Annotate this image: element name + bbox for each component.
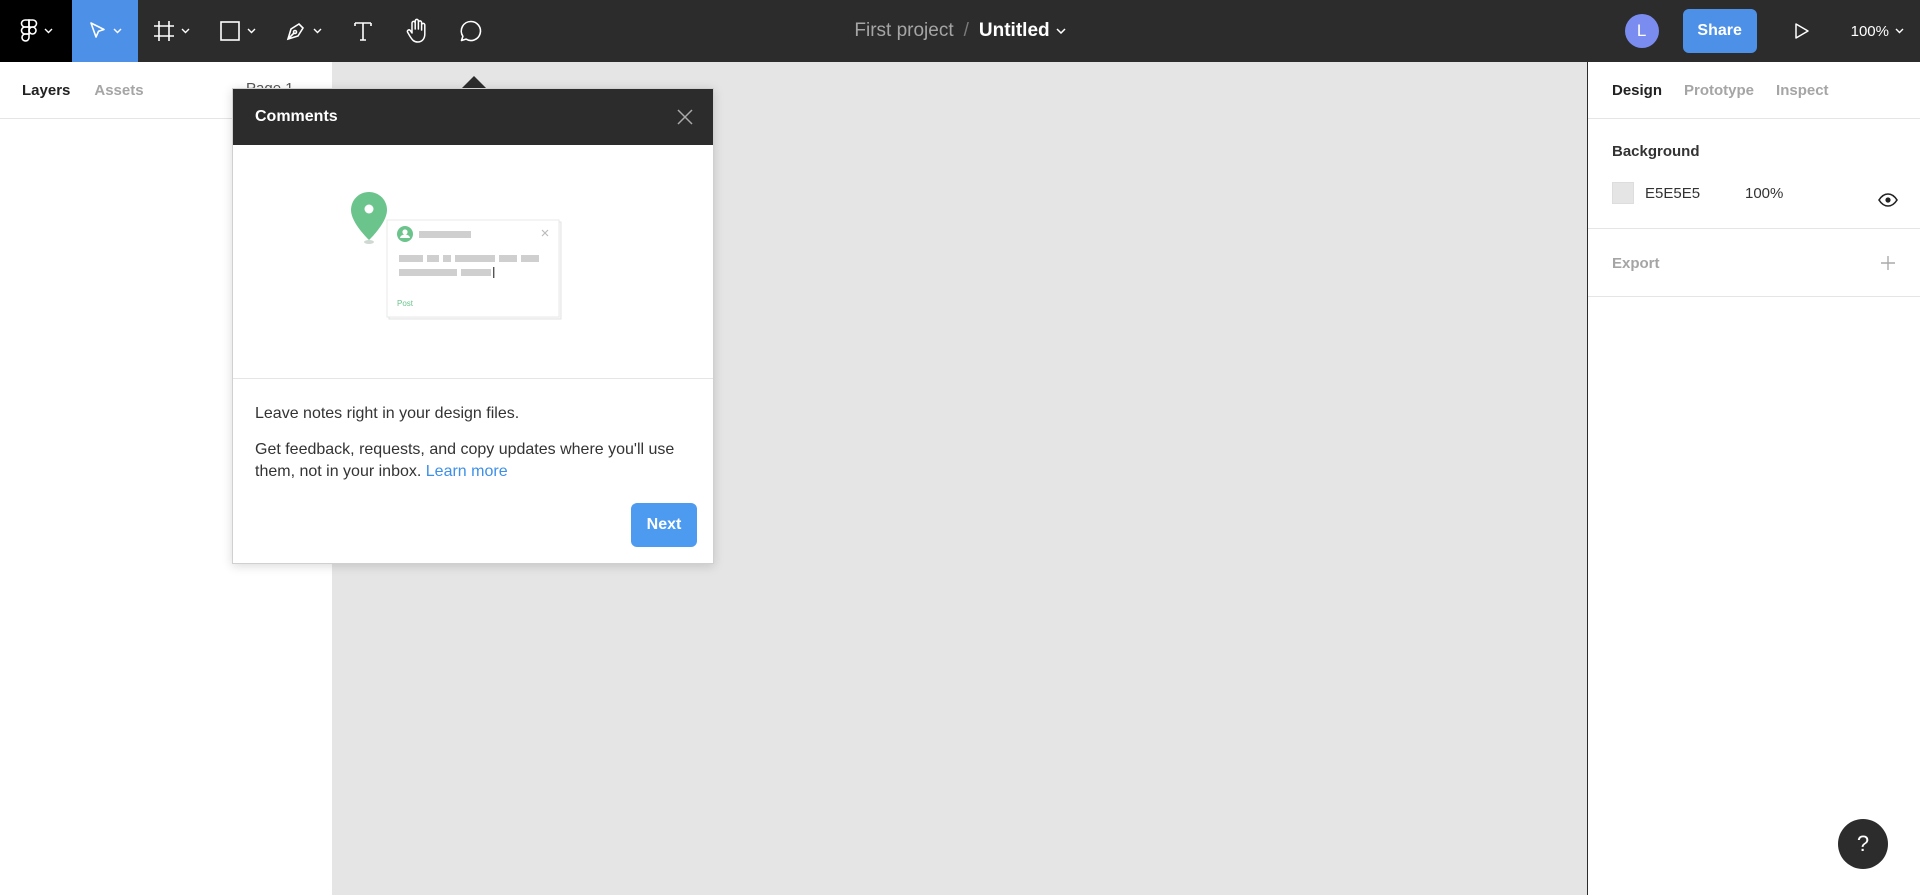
play-icon [1794, 23, 1809, 39]
visibility-toggle[interactable] [1878, 193, 1898, 212]
export-title: Export [1612, 255, 1660, 272]
tab-assets[interactable]: Assets [94, 82, 143, 99]
background-opacity-input[interactable]: 100% [1745, 185, 1805, 202]
frame-icon [153, 21, 174, 41]
present-button[interactable] [1787, 16, 1817, 46]
breadcrumb-separator: / [963, 20, 969, 41]
comment-tool-button[interactable] [444, 0, 498, 62]
pen-tool-button[interactable] [270, 0, 336, 62]
frame-tool-button[interactable] [138, 0, 204, 62]
tab-layers[interactable]: Layers [22, 82, 70, 99]
close-button[interactable] [675, 107, 695, 127]
help-button[interactable]: ? [1838, 819, 1888, 869]
share-button[interactable]: Share [1682, 9, 1757, 53]
text-tool-button[interactable] [336, 0, 390, 62]
file-name-button[interactable]: Untitled [979, 20, 1066, 42]
tab-prototype[interactable]: Prototype [1684, 82, 1754, 99]
comments-onboarding-popover: Comments Post Leave notes right in your … [232, 88, 714, 564]
hand-tool-button[interactable] [390, 0, 444, 62]
popover-arrow [462, 76, 486, 88]
background-row: E5E5E5 100% [1612, 182, 1896, 204]
chevron-down-icon [247, 28, 255, 34]
next-button[interactable]: Next [631, 503, 697, 547]
shape-tool-button[interactable] [204, 0, 270, 62]
popover-header: Comments [233, 89, 713, 145]
chevron-down-icon [113, 28, 121, 34]
hand-icon [406, 18, 426, 43]
rectangle-icon [219, 21, 240, 41]
right-panel-tabs: Design Prototype Inspect [1588, 62, 1920, 119]
popover-body: Leave notes right in your design files. … [233, 379, 713, 483]
eye-icon [1878, 193, 1898, 207]
popover-title: Comments [255, 108, 338, 125]
chevron-down-icon [44, 28, 52, 34]
learn-more-link[interactable]: Learn more [426, 463, 508, 480]
chevron-down-icon [313, 28, 321, 34]
comment-pin-illustration [351, 192, 562, 320]
right-panel: Design Prototype Inspect Background E5E5… [1587, 62, 1920, 895]
illustration-post-label: Post [397, 299, 414, 308]
comments-illustration: Post [233, 145, 713, 379]
popover-line-1: Leave notes right in your design files. [255, 405, 520, 422]
add-export-button[interactable] [1880, 255, 1896, 272]
pen-icon [286, 22, 304, 41]
avatar[interactable]: L [1624, 14, 1659, 48]
chevron-down-icon [1056, 28, 1066, 34]
popover-line-2: Get feedback, requests, and copy updates… [255, 439, 691, 483]
main-menu-button[interactable] [0, 0, 72, 62]
close-icon [677, 109, 693, 125]
figma-logo-icon [20, 19, 37, 42]
file-name: Untitled [978, 20, 1050, 41]
tab-inspect[interactable]: Inspect [1776, 82, 1829, 99]
background-section: Background E5E5E5 100% [1588, 119, 1920, 229]
background-hex-input[interactable]: E5E5E5 [1645, 185, 1745, 202]
zoom-level: 100% [1850, 22, 1889, 40]
project-name[interactable]: First project [854, 20, 953, 42]
chevron-down-icon [1895, 28, 1904, 34]
plus-icon [1881, 256, 1895, 270]
tab-design[interactable]: Design [1612, 82, 1662, 99]
background-title: Background [1612, 143, 1700, 160]
move-tool-button[interactable] [72, 0, 138, 62]
comment-icon [460, 20, 482, 42]
chevron-down-icon [181, 28, 189, 34]
toolbar-right: L Share 100% [1624, 0, 1920, 62]
cursor-icon [89, 22, 105, 38]
export-section: Export [1588, 229, 1920, 297]
background-color-swatch[interactable] [1612, 182, 1634, 204]
text-icon [354, 22, 372, 41]
zoom-dropdown[interactable]: 100% [1851, 23, 1904, 40]
